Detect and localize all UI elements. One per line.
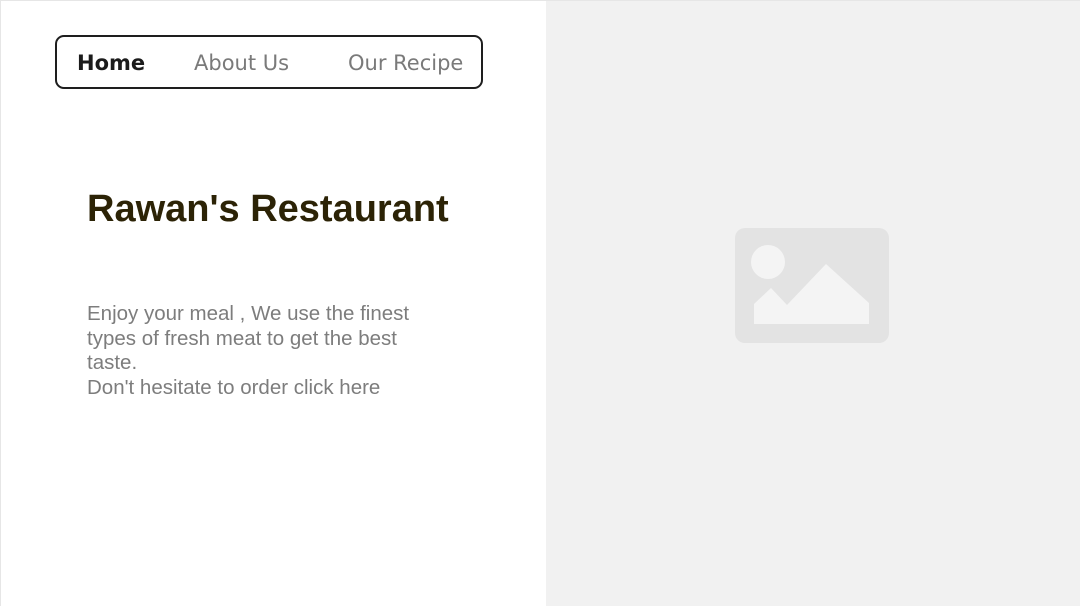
hero-content-panel: Home About Us Our Recipe Rawan's Restaur… — [1, 1, 546, 606]
nav-link-our-recipe[interactable]: Our Recipe — [348, 37, 463, 87]
page: Home About Us Our Recipe Rawan's Restaur… — [0, 0, 1080, 606]
main-navigation: Home About Us Our Recipe — [55, 35, 483, 89]
nav-link-home[interactable]: Home — [77, 37, 145, 87]
hero-image-panel — [546, 1, 1080, 606]
image-placeholder-icon — [735, 228, 889, 343]
restaurant-title: Rawan's Restaurant — [87, 188, 449, 230]
order-link[interactable]: Don't hesitate to order click here — [87, 376, 380, 399]
hero-description-block: Enjoy your meal , We use the finest type… — [87, 302, 417, 400]
hero-description: Enjoy your meal , We use the finest type… — [87, 302, 410, 374]
nav-link-about-us[interactable]: About Us — [194, 37, 289, 87]
